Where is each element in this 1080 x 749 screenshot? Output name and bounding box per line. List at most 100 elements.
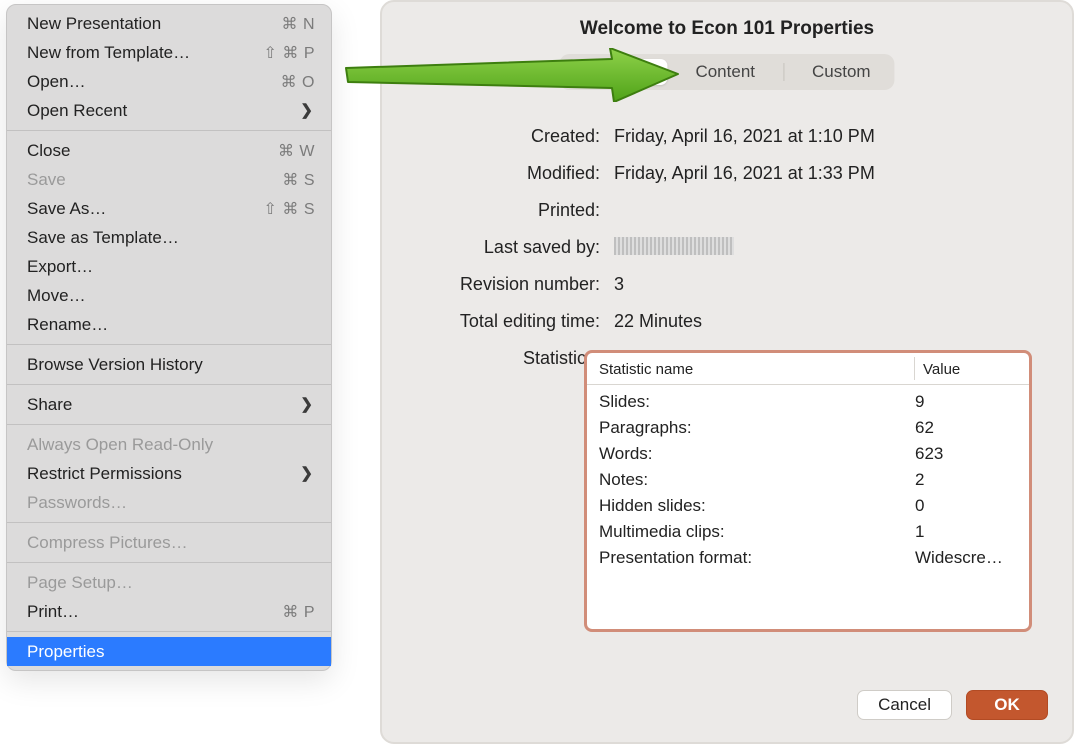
statistics-header: Statistic name Value — [587, 353, 1029, 385]
table-row: Presentation format:Widescre… — [599, 545, 1019, 571]
menu-item-label: Open… — [27, 72, 281, 92]
table-row: Paragraphs:62 — [599, 415, 1019, 441]
menu-item-label: Restrict Permissions — [27, 464, 315, 484]
keyboard-shortcut: ⇧ ⌘ S — [264, 199, 315, 219]
file-menu: New Presentation⌘ NNew from Template…⇧ ⌘… — [6, 4, 332, 671]
keyboard-shortcut: ⌘ W — [278, 141, 315, 161]
stat-value: 1 — [915, 522, 1019, 542]
tab-separator — [783, 63, 784, 81]
menu-item-label: Browse Version History — [27, 355, 315, 375]
menu-item-new-presentation[interactable]: New Presentation⌘ N — [7, 9, 331, 38]
editing-value: 22 Minutes — [614, 311, 1040, 332]
modified-label: Modified: — [414, 163, 600, 184]
tab-content[interactable]: Content — [679, 59, 771, 85]
menu-item-label: Close — [27, 141, 278, 161]
menu-item-label: Share — [27, 395, 315, 415]
dialog-title: Welcome to Econ 101 Properties — [382, 18, 1072, 40]
menu-item-share[interactable]: Share❯ — [7, 390, 331, 419]
stat-value: 623 — [915, 444, 1019, 464]
stat-value: 2 — [915, 470, 1019, 490]
menu-item-browse-version-history[interactable]: Browse Version History — [7, 350, 331, 379]
menu-item-page-setup: Page Setup… — [7, 568, 331, 597]
statistics-rows: Slides:9Paragraphs:62Words:623Notes:2Hid… — [587, 385, 1029, 571]
menu-item-label: New Presentation — [27, 14, 282, 34]
stat-name: Multimedia clips: — [599, 522, 915, 542]
menu-separator — [7, 631, 331, 632]
stat-name: Slides: — [599, 392, 915, 412]
modified-value: Friday, April 16, 2021 at 1:33 PM — [614, 163, 1040, 184]
menu-item-label: Save As… — [27, 199, 264, 219]
menu-item-new-from-template[interactable]: New from Template…⇧ ⌘ P — [7, 38, 331, 67]
saved-by-label: Last saved by: — [414, 237, 600, 258]
menu-item-save-as-template[interactable]: Save as Template… — [7, 223, 331, 252]
stat-value: 62 — [915, 418, 1019, 438]
menu-item-label: Print… — [27, 602, 282, 622]
chevron-right-icon: ❯ — [300, 397, 313, 412]
created-label: Created: — [414, 126, 600, 147]
printed-value — [614, 200, 1040, 221]
menu-item-compress-pictures: Compress Pictures… — [7, 528, 331, 557]
statistics-label: Statistics: — [414, 348, 600, 369]
redacted-author — [614, 237, 734, 255]
stat-name: Paragraphs: — [599, 418, 915, 438]
cancel-button[interactable]: Cancel — [857, 690, 952, 720]
table-row: Notes:2 — [599, 467, 1019, 493]
stat-name: Notes: — [599, 470, 915, 490]
properties-tabbar: Statistics Content Custom — [559, 54, 894, 90]
menu-separator — [7, 522, 331, 523]
editing-label: Total editing time: — [414, 311, 600, 332]
menu-item-always-open-read-only: Always Open Read-Only — [7, 430, 331, 459]
menu-item-close[interactable]: Close⌘ W — [7, 136, 331, 165]
menu-item-label: Export… — [27, 257, 315, 277]
stat-name: Presentation format: — [599, 548, 915, 568]
saved-by-value — [614, 237, 1040, 258]
stat-name: Hidden slides: — [599, 496, 915, 516]
table-row: Multimedia clips:1 — [599, 519, 1019, 545]
menu-item-label: Save as Template… — [27, 228, 315, 248]
tab-statistics[interactable]: Statistics — [567, 59, 667, 85]
menu-item-label: Move… — [27, 286, 315, 306]
col-statistic-name: Statistic name — [599, 361, 914, 378]
menu-item-open-recent[interactable]: Open Recent❯ — [7, 96, 331, 125]
menu-item-print[interactable]: Print…⌘ P — [7, 597, 331, 626]
menu-item-restrict-permissions[interactable]: Restrict Permissions❯ — [7, 459, 331, 488]
col-value: Value — [923, 361, 1019, 378]
revision-value: 3 — [614, 274, 1040, 295]
created-value: Friday, April 16, 2021 at 1:10 PM — [614, 126, 1040, 147]
menu-item-rename[interactable]: Rename… — [7, 310, 331, 339]
menu-item-label: Page Setup… — [27, 573, 315, 593]
menu-item-open[interactable]: Open…⌘ O — [7, 67, 331, 96]
keyboard-shortcut: ⌘ P — [282, 602, 315, 622]
menu-item-export[interactable]: Export… — [7, 252, 331, 281]
keyboard-shortcut: ⌘ S — [282, 170, 315, 190]
menu-item-passwords: Passwords… — [7, 488, 331, 517]
chevron-right-icon: ❯ — [300, 103, 313, 118]
keyboard-shortcut: ⌘ O — [281, 72, 315, 92]
keyboard-shortcut: ⌘ N — [282, 14, 316, 34]
printed-label: Printed: — [414, 200, 600, 221]
menu-item-save-as[interactable]: Save As…⇧ ⌘ S — [7, 194, 331, 223]
menu-item-label: Rename… — [27, 315, 315, 335]
table-row: Hidden slides:0 — [599, 493, 1019, 519]
properties-fields: Created: Friday, April 16, 2021 at 1:10 … — [382, 110, 1072, 369]
table-row: Words:623 — [599, 441, 1019, 467]
menu-item-label: Compress Pictures… — [27, 533, 315, 553]
stat-value: Widescre… — [915, 548, 1019, 568]
revision-label: Revision number: — [414, 274, 600, 295]
ok-button[interactable]: OK — [966, 690, 1048, 720]
stat-value: 9 — [915, 392, 1019, 412]
menu-separator — [7, 424, 331, 425]
menu-item-label: New from Template… — [27, 43, 264, 63]
stat-name: Words: — [599, 444, 915, 464]
menu-item-move[interactable]: Move… — [7, 281, 331, 310]
menu-item-label: Passwords… — [27, 493, 315, 513]
keyboard-shortcut: ⇧ ⌘ P — [264, 43, 315, 63]
tab-custom[interactable]: Custom — [796, 59, 887, 85]
menu-item-properties[interactable]: Properties — [7, 637, 331, 666]
menu-item-label: Properties — [27, 642, 315, 662]
menu-separator — [7, 130, 331, 131]
stat-value: 0 — [915, 496, 1019, 516]
menu-item-label: Always Open Read-Only — [27, 435, 315, 455]
statistics-table: Statistic name Value Slides:9Paragraphs:… — [584, 350, 1032, 632]
menu-item-label: Save — [27, 170, 282, 190]
